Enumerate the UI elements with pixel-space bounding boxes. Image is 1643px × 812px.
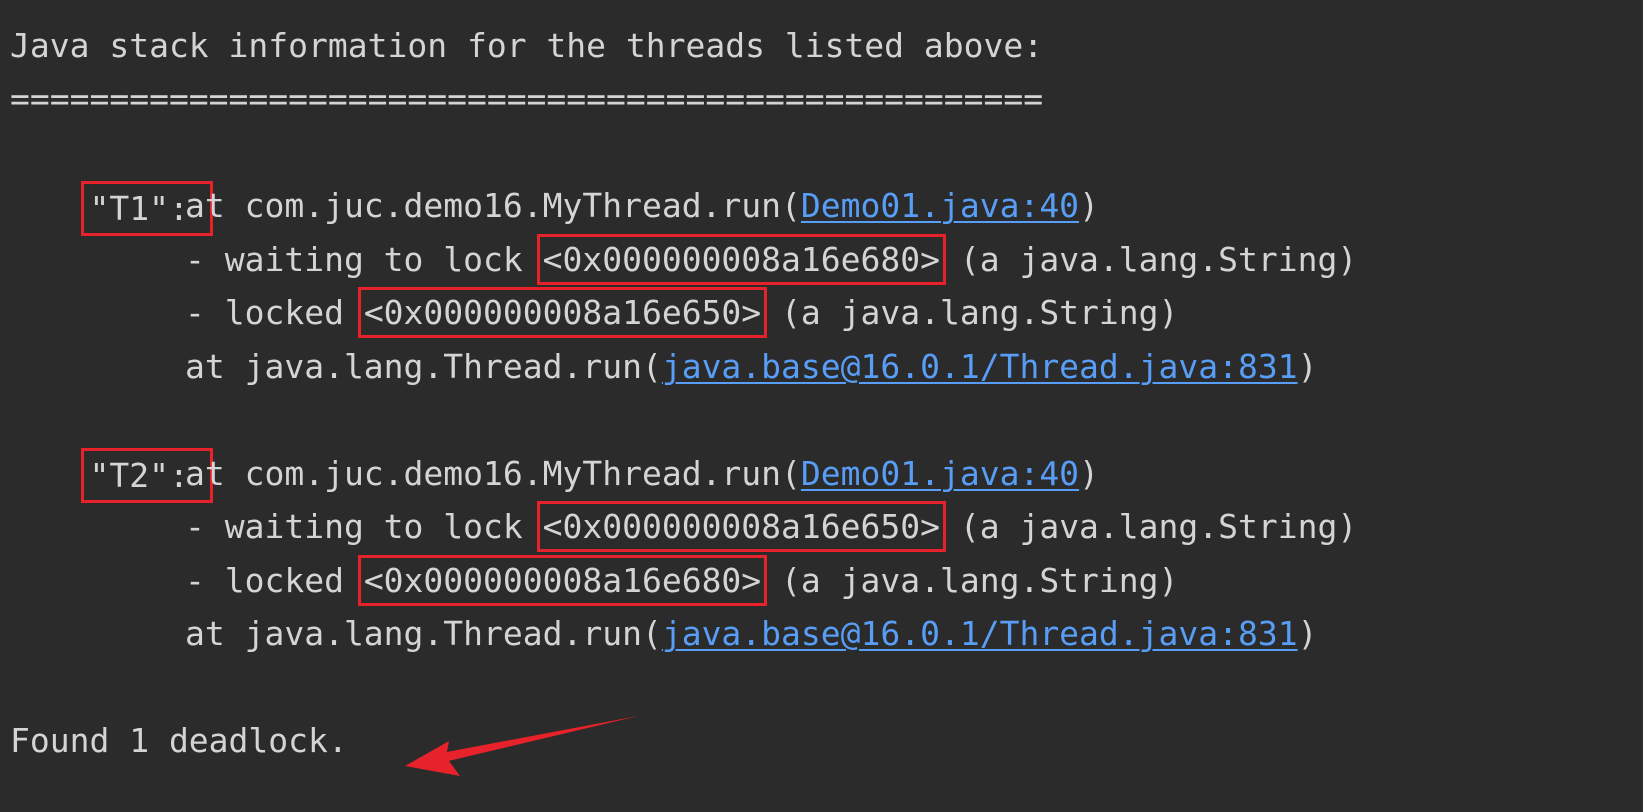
t2-frame-thread: at java.lang.Thread.run(java.base@16.0.1… [185, 606, 1317, 662]
locked-label: - locked [185, 293, 364, 332]
source-link-demo01[interactable]: Demo01.java:40 [801, 454, 1079, 493]
lock-type: (a java.lang.String) [761, 293, 1179, 332]
t1-locked-line: - locked <0x000000008a16e650> (a java.la… [185, 285, 1178, 341]
frame-text: ) [1079, 454, 1099, 493]
stack-info-header: Java stack information for the threads l… [10, 26, 1044, 65]
frame-text: ) [1297, 347, 1318, 386]
separator-line: ========================================… [10, 79, 1044, 118]
frame-text: at com.juc.demo16.MyThread.run( [185, 454, 801, 493]
deadlock-summary: Found 1 deadlock. [10, 721, 348, 760]
frame-text: at java.lang.Thread.run( [185, 347, 662, 386]
lock-address: <0x000000008a16e680> [357, 555, 768, 606]
frame-text: ) [1079, 186, 1099, 225]
source-link-thread[interactable]: java.base@16.0.1/Thread.java:831 [662, 614, 1298, 653]
lock-address: <0x000000008a16e680> [536, 234, 946, 285]
lock-type: (a java.lang.String) [939, 240, 1358, 279]
waiting-label: - waiting to lock [185, 240, 543, 279]
thread-t2-block: "T2": [10, 392, 213, 503]
frame-text: at com.juc.demo16.MyThread.run( [185, 186, 801, 225]
t1-frame-run: at com.juc.demo16.MyThread.run(Demo01.ja… [185, 178, 1099, 234]
source-link-thread[interactable]: java.base@16.0.1/Thread.java:831 [662, 347, 1298, 386]
frame-text: at java.lang.Thread.run( [185, 614, 662, 653]
locked-label: - locked [185, 561, 364, 600]
thread-t1-block: "T1": [10, 125, 213, 236]
lock-type: (a java.lang.String) [939, 507, 1358, 546]
waiting-label: - waiting to lock [185, 507, 543, 546]
source-link-demo01[interactable]: Demo01.java:40 [801, 186, 1079, 225]
t2-locked-line: - locked <0x000000008a16e680> (a java.la… [185, 553, 1178, 609]
console-output: Java stack information for the threads l… [0, 0, 1643, 812]
t1-waiting-line: - waiting to lock <0x000000008a16e680> (… [185, 232, 1357, 288]
lock-address: <0x000000008a16e650> [536, 501, 946, 552]
lock-type: (a java.lang.String) [761, 561, 1179, 600]
t1-frame-thread: at java.lang.Thread.run(java.base@16.0.1… [185, 339, 1317, 395]
t2-frame-run: at com.juc.demo16.MyThread.run(Demo01.ja… [185, 446, 1099, 502]
frame-text: ) [1297, 614, 1318, 653]
lock-address: <0x000000008a16e650> [357, 287, 768, 338]
t2-waiting-line: - waiting to lock <0x000000008a16e650> (… [185, 499, 1357, 555]
